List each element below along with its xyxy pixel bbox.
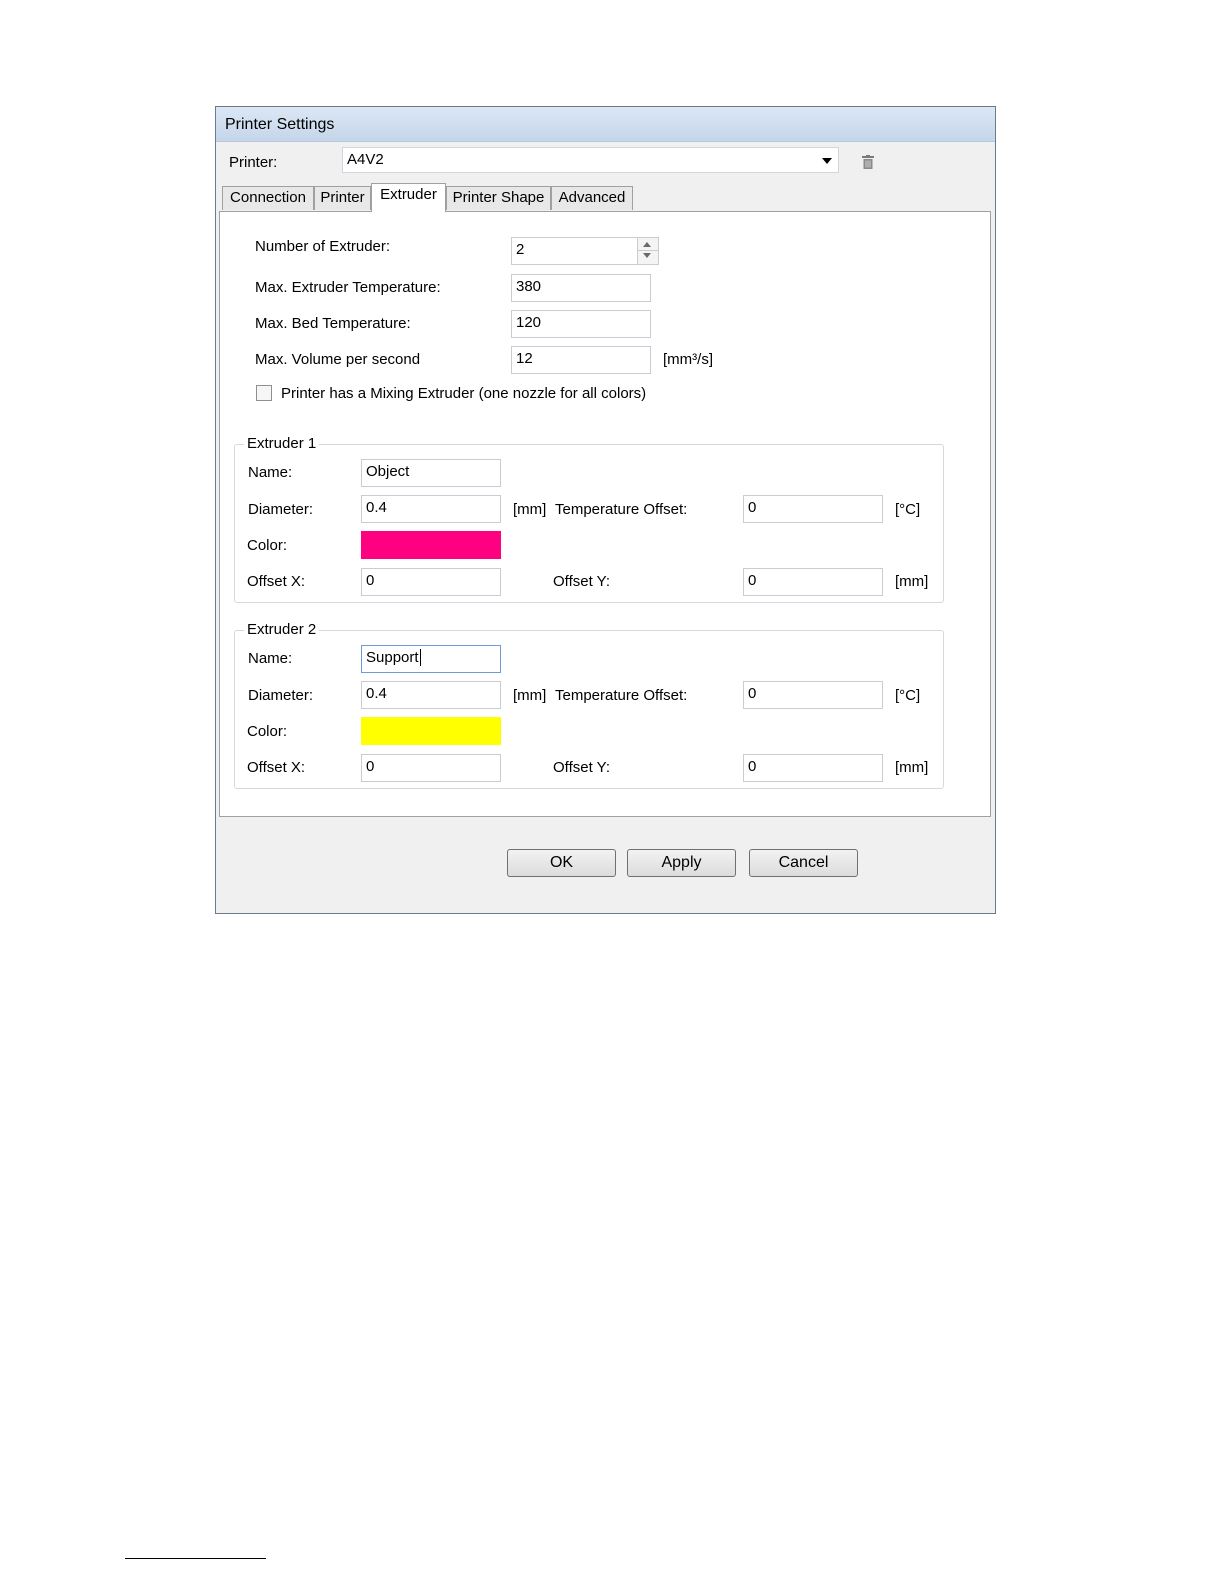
extruder-1-name-label: Name: bbox=[248, 464, 293, 481]
extruder-1-temp-unit: [°C] bbox=[895, 501, 921, 518]
title-bar[interactable]: Printer Settings bbox=[216, 107, 995, 142]
tab-printer[interactable]: Printer bbox=[314, 186, 371, 210]
extruder-1-offset-y-label: Offset Y: bbox=[553, 573, 610, 590]
extruder-1-color-swatch[interactable] bbox=[361, 531, 501, 559]
tab-printer-shape[interactable]: Printer Shape bbox=[446, 186, 551, 210]
tab-extruder-label: Extruder bbox=[380, 186, 437, 203]
printer-settings-dialog: Printer Settings Printer: A4V2 Connectio… bbox=[215, 106, 996, 914]
spin-down-icon[interactable] bbox=[643, 253, 651, 258]
tab-extruder[interactable]: Extruder bbox=[371, 183, 446, 212]
extruder-1-temp-offset-label: Temperature Offset: bbox=[555, 501, 688, 518]
window-title: Printer Settings bbox=[225, 116, 335, 133]
extruder-2-color-label: Color: bbox=[247, 723, 288, 740]
tab-printer-label: Printer bbox=[320, 189, 365, 206]
extruder-2-diameter-input[interactable]: 0.4 bbox=[361, 681, 501, 709]
extruder-1-diameter-unit: [mm] bbox=[513, 501, 547, 518]
extruder-2-offset-x-input[interactable]: 0 bbox=[361, 754, 501, 782]
trash-icon[interactable] bbox=[862, 155, 874, 169]
extruder-1-diameter-label: Diameter: bbox=[248, 501, 314, 518]
max-bed-temp-label: Max. Bed Temperature: bbox=[255, 315, 411, 332]
max-volume-input[interactable]: 12 bbox=[511, 346, 651, 374]
max-bed-temp-input[interactable]: 120 bbox=[511, 310, 651, 338]
extruder-1-temp-offset-input[interactable]: 0 bbox=[743, 495, 883, 523]
tab-printer-shape-label: Printer Shape bbox=[452, 189, 545, 206]
extruder-panel: Number of Extruder: 2 Max. Extruder Temp… bbox=[219, 211, 991, 817]
tab-advanced-label: Advanced bbox=[558, 189, 626, 206]
extruder-1-diameter-input[interactable]: 0.4 bbox=[361, 495, 501, 523]
extruder-1-offset-x-label: Offset X: bbox=[247, 573, 306, 590]
num-extruder-stepper[interactable]: 2 bbox=[511, 237, 659, 265]
max-volume-unit: [mm³/s] bbox=[663, 351, 713, 368]
footnote-rule bbox=[125, 1558, 266, 1559]
tab-connection-label: Connection bbox=[230, 189, 306, 206]
extruder-2-temp-offset-label: Temperature Offset: bbox=[555, 687, 688, 704]
extruder-2-name-value: Support bbox=[366, 649, 419, 666]
extruder-2-offset-unit: [mm] bbox=[895, 759, 929, 776]
mixing-extruder-label: Printer has a Mixing Extruder (one nozzl… bbox=[281, 385, 647, 402]
extruder-2-color-swatch[interactable] bbox=[361, 717, 501, 745]
text-cursor: ​ bbox=[419, 649, 421, 666]
extruder-2-name-label: Name: bbox=[248, 650, 293, 667]
extruder-1-color-label: Color: bbox=[247, 537, 288, 554]
extruder-2-offset-y-label: Offset Y: bbox=[553, 759, 610, 776]
cancel-button[interactable]: Cancel bbox=[749, 849, 858, 877]
extruder-1-title: Extruder 1 bbox=[244, 435, 320, 452]
num-extruder-label: Number of Extruder: bbox=[255, 238, 391, 255]
apply-button[interactable]: Apply bbox=[627, 849, 736, 877]
max-extruder-temp-input[interactable]: 380 bbox=[511, 274, 651, 302]
extruder-2-offset-x-label: Offset X: bbox=[247, 759, 306, 776]
extruder-2-name-input[interactable]: Support​ bbox=[361, 645, 501, 673]
extruder-2-temp-unit: [°C] bbox=[895, 687, 921, 704]
chevron-down-icon bbox=[822, 158, 832, 164]
extruder-2-temp-offset-input[interactable]: 0 bbox=[743, 681, 883, 709]
spin-up-icon[interactable] bbox=[643, 242, 651, 247]
printer-select-value: A4V2 bbox=[347, 151, 384, 168]
extruder-2-offset-y-input[interactable]: 0 bbox=[743, 754, 883, 782]
extruder-2-diameter-label: Diameter: bbox=[248, 687, 314, 704]
max-volume-label: Max. Volume per second bbox=[255, 351, 421, 368]
extruder-1-offset-y-input[interactable]: 0 bbox=[743, 568, 883, 596]
extruder-1-offset-unit: [mm] bbox=[895, 573, 929, 590]
mixing-extruder-checkbox[interactable] bbox=[256, 385, 272, 401]
extruder-1-offset-x-input[interactable]: 0 bbox=[361, 568, 501, 596]
printer-select[interactable]: A4V2 bbox=[342, 147, 839, 173]
extruder-2-title: Extruder 2 bbox=[244, 621, 320, 638]
tab-connection[interactable]: Connection bbox=[222, 186, 314, 210]
tab-advanced[interactable]: Advanced bbox=[551, 186, 633, 210]
extruder-1-name-input[interactable]: Object bbox=[361, 459, 501, 487]
num-extruder-value: 2 bbox=[516, 241, 525, 258]
ok-button[interactable]: OK bbox=[507, 849, 616, 877]
max-extruder-temp-label: Max. Extruder Temperature: bbox=[255, 279, 441, 296]
spin-buttons[interactable] bbox=[637, 238, 658, 264]
printer-label: Printer: bbox=[229, 154, 278, 171]
extruder-2-diameter-unit: [mm] bbox=[513, 687, 547, 704]
